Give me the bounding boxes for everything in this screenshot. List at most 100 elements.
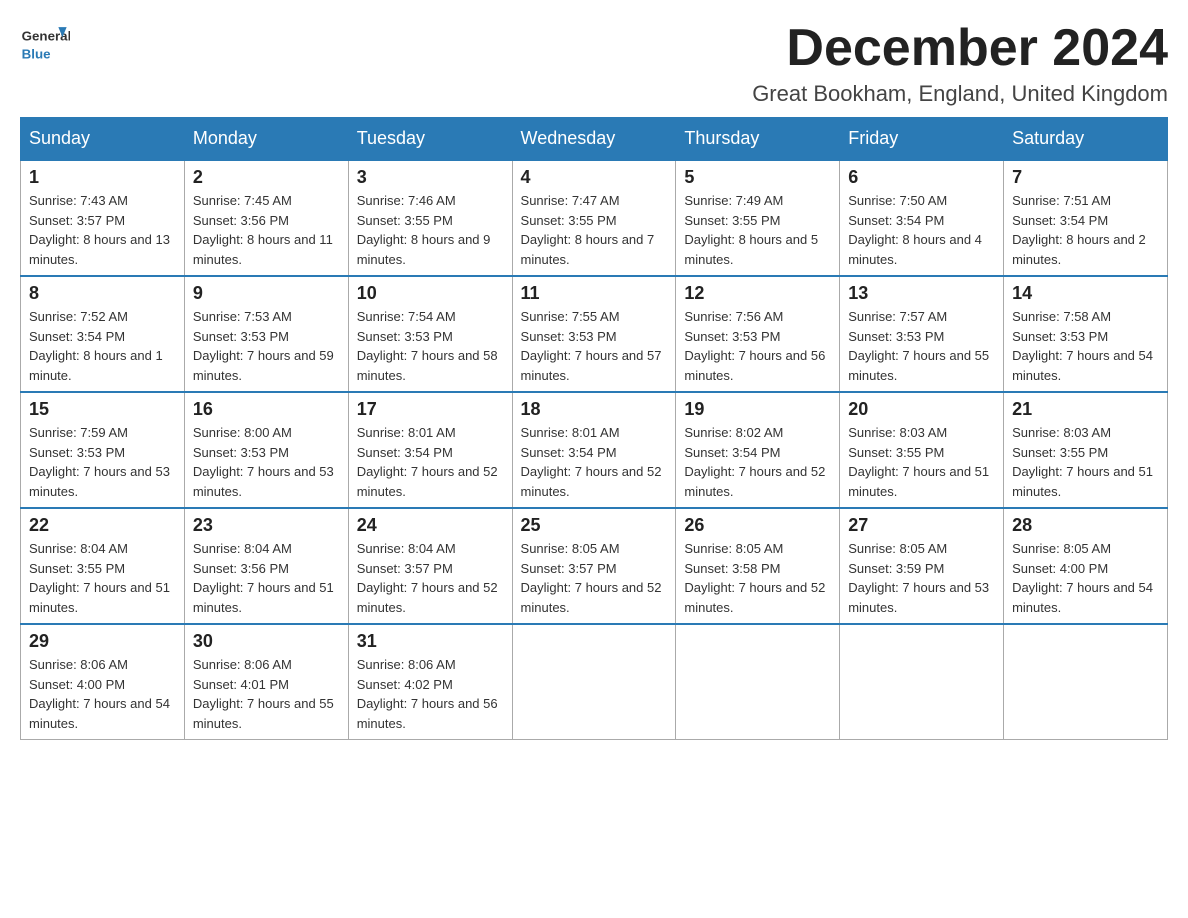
day-number: 29 — [29, 631, 176, 652]
calendar-cell: 15 Sunrise: 7:59 AMSunset: 3:53 PMDayligh… — [21, 392, 185, 508]
day-info: Sunrise: 7:51 AMSunset: 3:54 PMDaylight:… — [1012, 191, 1159, 269]
logo-icon: General Blue — [20, 20, 70, 70]
calendar-cell: 6 Sunrise: 7:50 AMSunset: 3:54 PMDaylight… — [840, 160, 1004, 276]
day-info: Sunrise: 8:01 AMSunset: 3:54 PMDaylight:… — [357, 423, 504, 501]
day-number: 30 — [193, 631, 340, 652]
day-info: Sunrise: 7:50 AMSunset: 3:54 PMDaylight:… — [848, 191, 995, 269]
day-info: Sunrise: 7:46 AMSunset: 3:55 PMDaylight:… — [357, 191, 504, 269]
day-number: 6 — [848, 167, 995, 188]
calendar-cell: 2 Sunrise: 7:45 AMSunset: 3:56 PMDaylight… — [184, 160, 348, 276]
day-number: 8 — [29, 283, 176, 304]
day-number: 27 — [848, 515, 995, 536]
day-info: Sunrise: 8:03 AMSunset: 3:55 PMDaylight:… — [848, 423, 995, 501]
column-header-saturday: Saturday — [1004, 118, 1168, 161]
day-info: Sunrise: 8:01 AMSunset: 3:54 PMDaylight:… — [521, 423, 668, 501]
calendar-week-row: 29 Sunrise: 8:06 AMSunset: 4:00 PMDayligh… — [21, 624, 1168, 740]
calendar-cell: 16Sunrise: 8:00 AMSunset: 3:53 PMDayligh… — [184, 392, 348, 508]
day-number: 11 — [521, 283, 668, 304]
day-info: Sunrise: 8:06 AMSunset: 4:00 PMDaylight:… — [29, 655, 176, 733]
day-number: 7 — [1012, 167, 1159, 188]
day-info: Sunrise: 7:52 AMSunset: 3:54 PMDaylight:… — [29, 307, 176, 385]
calendar-cell — [840, 624, 1004, 740]
day-number: 2 — [193, 167, 340, 188]
day-info: Sunrise: 8:05 AMSunset: 3:58 PMDaylight:… — [684, 539, 831, 617]
day-number: 4 — [521, 167, 668, 188]
day-number: 18 — [521, 399, 668, 420]
calendar-cell: 26 Sunrise: 8:05 AMSunset: 3:58 PMDayligh… — [676, 508, 840, 624]
calendar-cell: 17 Sunrise: 8:01 AMSunset: 3:54 PMDayligh… — [348, 392, 512, 508]
day-info: Sunrise: 7:43 AMSunset: 3:57 PMDaylight:… — [29, 191, 176, 269]
day-info: Sunrise: 7:58 AMSunset: 3:53 PMDaylight:… — [1012, 307, 1159, 385]
day-info: Sunrise: 7:47 AMSunset: 3:55 PMDaylight:… — [521, 191, 668, 269]
page-header: General Blue December 2024 Great Bookham… — [20, 20, 1168, 107]
column-header-thursday: Thursday — [676, 118, 840, 161]
day-number: 31 — [357, 631, 504, 652]
calendar-cell: 13 Sunrise: 7:57 AMSunset: 3:53 PMDayligh… — [840, 276, 1004, 392]
calendar-cell: 22 Sunrise: 8:04 AMSunset: 3:55 PMDayligh… — [21, 508, 185, 624]
day-number: 25 — [521, 515, 668, 536]
calendar-cell: 30 Sunrise: 8:06 AMSunset: 4:01 PMDayligh… — [184, 624, 348, 740]
calendar-cell: 24Sunrise: 8:04 AMSunset: 3:57 PMDayligh… — [348, 508, 512, 624]
calendar-week-row: 22 Sunrise: 8:04 AMSunset: 3:55 PMDayligh… — [21, 508, 1168, 624]
calendar-cell — [676, 624, 840, 740]
day-number: 26 — [684, 515, 831, 536]
column-header-friday: Friday — [840, 118, 1004, 161]
day-info: Sunrise: 7:49 AMSunset: 3:55 PMDaylight:… — [684, 191, 831, 269]
day-info: Sunrise: 8:04 AMSunset: 3:57 PMDaylight:… — [357, 539, 504, 617]
column-header-monday: Monday — [184, 118, 348, 161]
location-subtitle: Great Bookham, England, United Kingdom — [752, 81, 1168, 107]
day-number: 1 — [29, 167, 176, 188]
svg-text:Blue: Blue — [22, 47, 51, 62]
calendar-cell: 31Sunrise: 8:06 AMSunset: 4:02 PMDayligh… — [348, 624, 512, 740]
calendar-cell: 8 Sunrise: 7:52 AMSunset: 3:54 PMDaylight… — [21, 276, 185, 392]
calendar-cell: 9Sunrise: 7:53 AMSunset: 3:53 PMDaylight… — [184, 276, 348, 392]
calendar-cell: 4 Sunrise: 7:47 AMSunset: 3:55 PMDaylight… — [512, 160, 676, 276]
day-info: Sunrise: 8:06 AMSunset: 4:01 PMDaylight:… — [193, 655, 340, 733]
day-number: 28 — [1012, 515, 1159, 536]
title-area: December 2024 Great Bookham, England, Un… — [752, 20, 1168, 107]
calendar-cell: 28 Sunrise: 8:05 AMSunset: 4:00 PMDayligh… — [1004, 508, 1168, 624]
calendar-cell: 14 Sunrise: 7:58 AMSunset: 3:53 PMDayligh… — [1004, 276, 1168, 392]
day-info: Sunrise: 7:45 AMSunset: 3:56 PMDaylight:… — [193, 191, 340, 269]
calendar-cell: 27 Sunrise: 8:05 AMSunset: 3:59 PMDayligh… — [840, 508, 1004, 624]
column-header-wednesday: Wednesday — [512, 118, 676, 161]
calendar-cell: 21 Sunrise: 8:03 AMSunset: 3:55 PMDayligh… — [1004, 392, 1168, 508]
day-info: Sunrise: 8:04 AMSunset: 3:56 PMDaylight:… — [193, 539, 340, 617]
day-info: Sunrise: 8:02 AMSunset: 3:54 PMDaylight:… — [684, 423, 831, 501]
day-number: 13 — [848, 283, 995, 304]
calendar-week-row: 8 Sunrise: 7:52 AMSunset: 3:54 PMDaylight… — [21, 276, 1168, 392]
day-number: 19 — [684, 399, 831, 420]
day-number: 23 — [193, 515, 340, 536]
day-info: Sunrise: 8:03 AMSunset: 3:55 PMDaylight:… — [1012, 423, 1159, 501]
day-info: Sunrise: 8:04 AMSunset: 3:55 PMDaylight:… — [29, 539, 176, 617]
day-info: Sunrise: 8:05 AMSunset: 4:00 PMDaylight:… — [1012, 539, 1159, 617]
calendar-cell: 10Sunrise: 7:54 AMSunset: 3:53 PMDayligh… — [348, 276, 512, 392]
column-header-tuesday: Tuesday — [348, 118, 512, 161]
day-number: 5 — [684, 167, 831, 188]
day-info: Sunrise: 8:00 AMSunset: 3:53 PMDaylight:… — [193, 423, 340, 501]
calendar-cell: 12Sunrise: 7:56 AMSunset: 3:53 PMDayligh… — [676, 276, 840, 392]
day-number: 14 — [1012, 283, 1159, 304]
day-number: 21 — [1012, 399, 1159, 420]
day-number: 15 — [29, 399, 176, 420]
column-header-sunday: Sunday — [21, 118, 185, 161]
day-number: 12 — [684, 283, 831, 304]
calendar-table: SundayMondayTuesdayWednesdayThursdayFrid… — [20, 117, 1168, 740]
calendar-header-row: SundayMondayTuesdayWednesdayThursdayFrid… — [21, 118, 1168, 161]
calendar-cell: 19 Sunrise: 8:02 AMSunset: 3:54 PMDayligh… — [676, 392, 840, 508]
day-number: 17 — [357, 399, 504, 420]
day-info: Sunrise: 8:05 AMSunset: 3:59 PMDaylight:… — [848, 539, 995, 617]
day-info: Sunrise: 7:59 AMSunset: 3:53 PMDaylight:… — [29, 423, 176, 501]
calendar-cell: 25 Sunrise: 8:05 AMSunset: 3:57 PMDayligh… — [512, 508, 676, 624]
day-number: 3 — [357, 167, 504, 188]
month-title: December 2024 — [752, 20, 1168, 77]
calendar-cell: 1 Sunrise: 7:43 AMSunset: 3:57 PMDaylight… — [21, 160, 185, 276]
day-number: 22 — [29, 515, 176, 536]
day-number: 20 — [848, 399, 995, 420]
day-info: Sunrise: 7:57 AMSunset: 3:53 PMDaylight:… — [848, 307, 995, 385]
calendar-cell: 20 Sunrise: 8:03 AMSunset: 3:55 PMDayligh… — [840, 392, 1004, 508]
calendar-cell: 7 Sunrise: 7:51 AMSunset: 3:54 PMDaylight… — [1004, 160, 1168, 276]
day-number: 10 — [357, 283, 504, 304]
calendar-cell: 18 Sunrise: 8:01 AMSunset: 3:54 PMDayligh… — [512, 392, 676, 508]
day-info: Sunrise: 8:05 AMSunset: 3:57 PMDaylight:… — [521, 539, 668, 617]
